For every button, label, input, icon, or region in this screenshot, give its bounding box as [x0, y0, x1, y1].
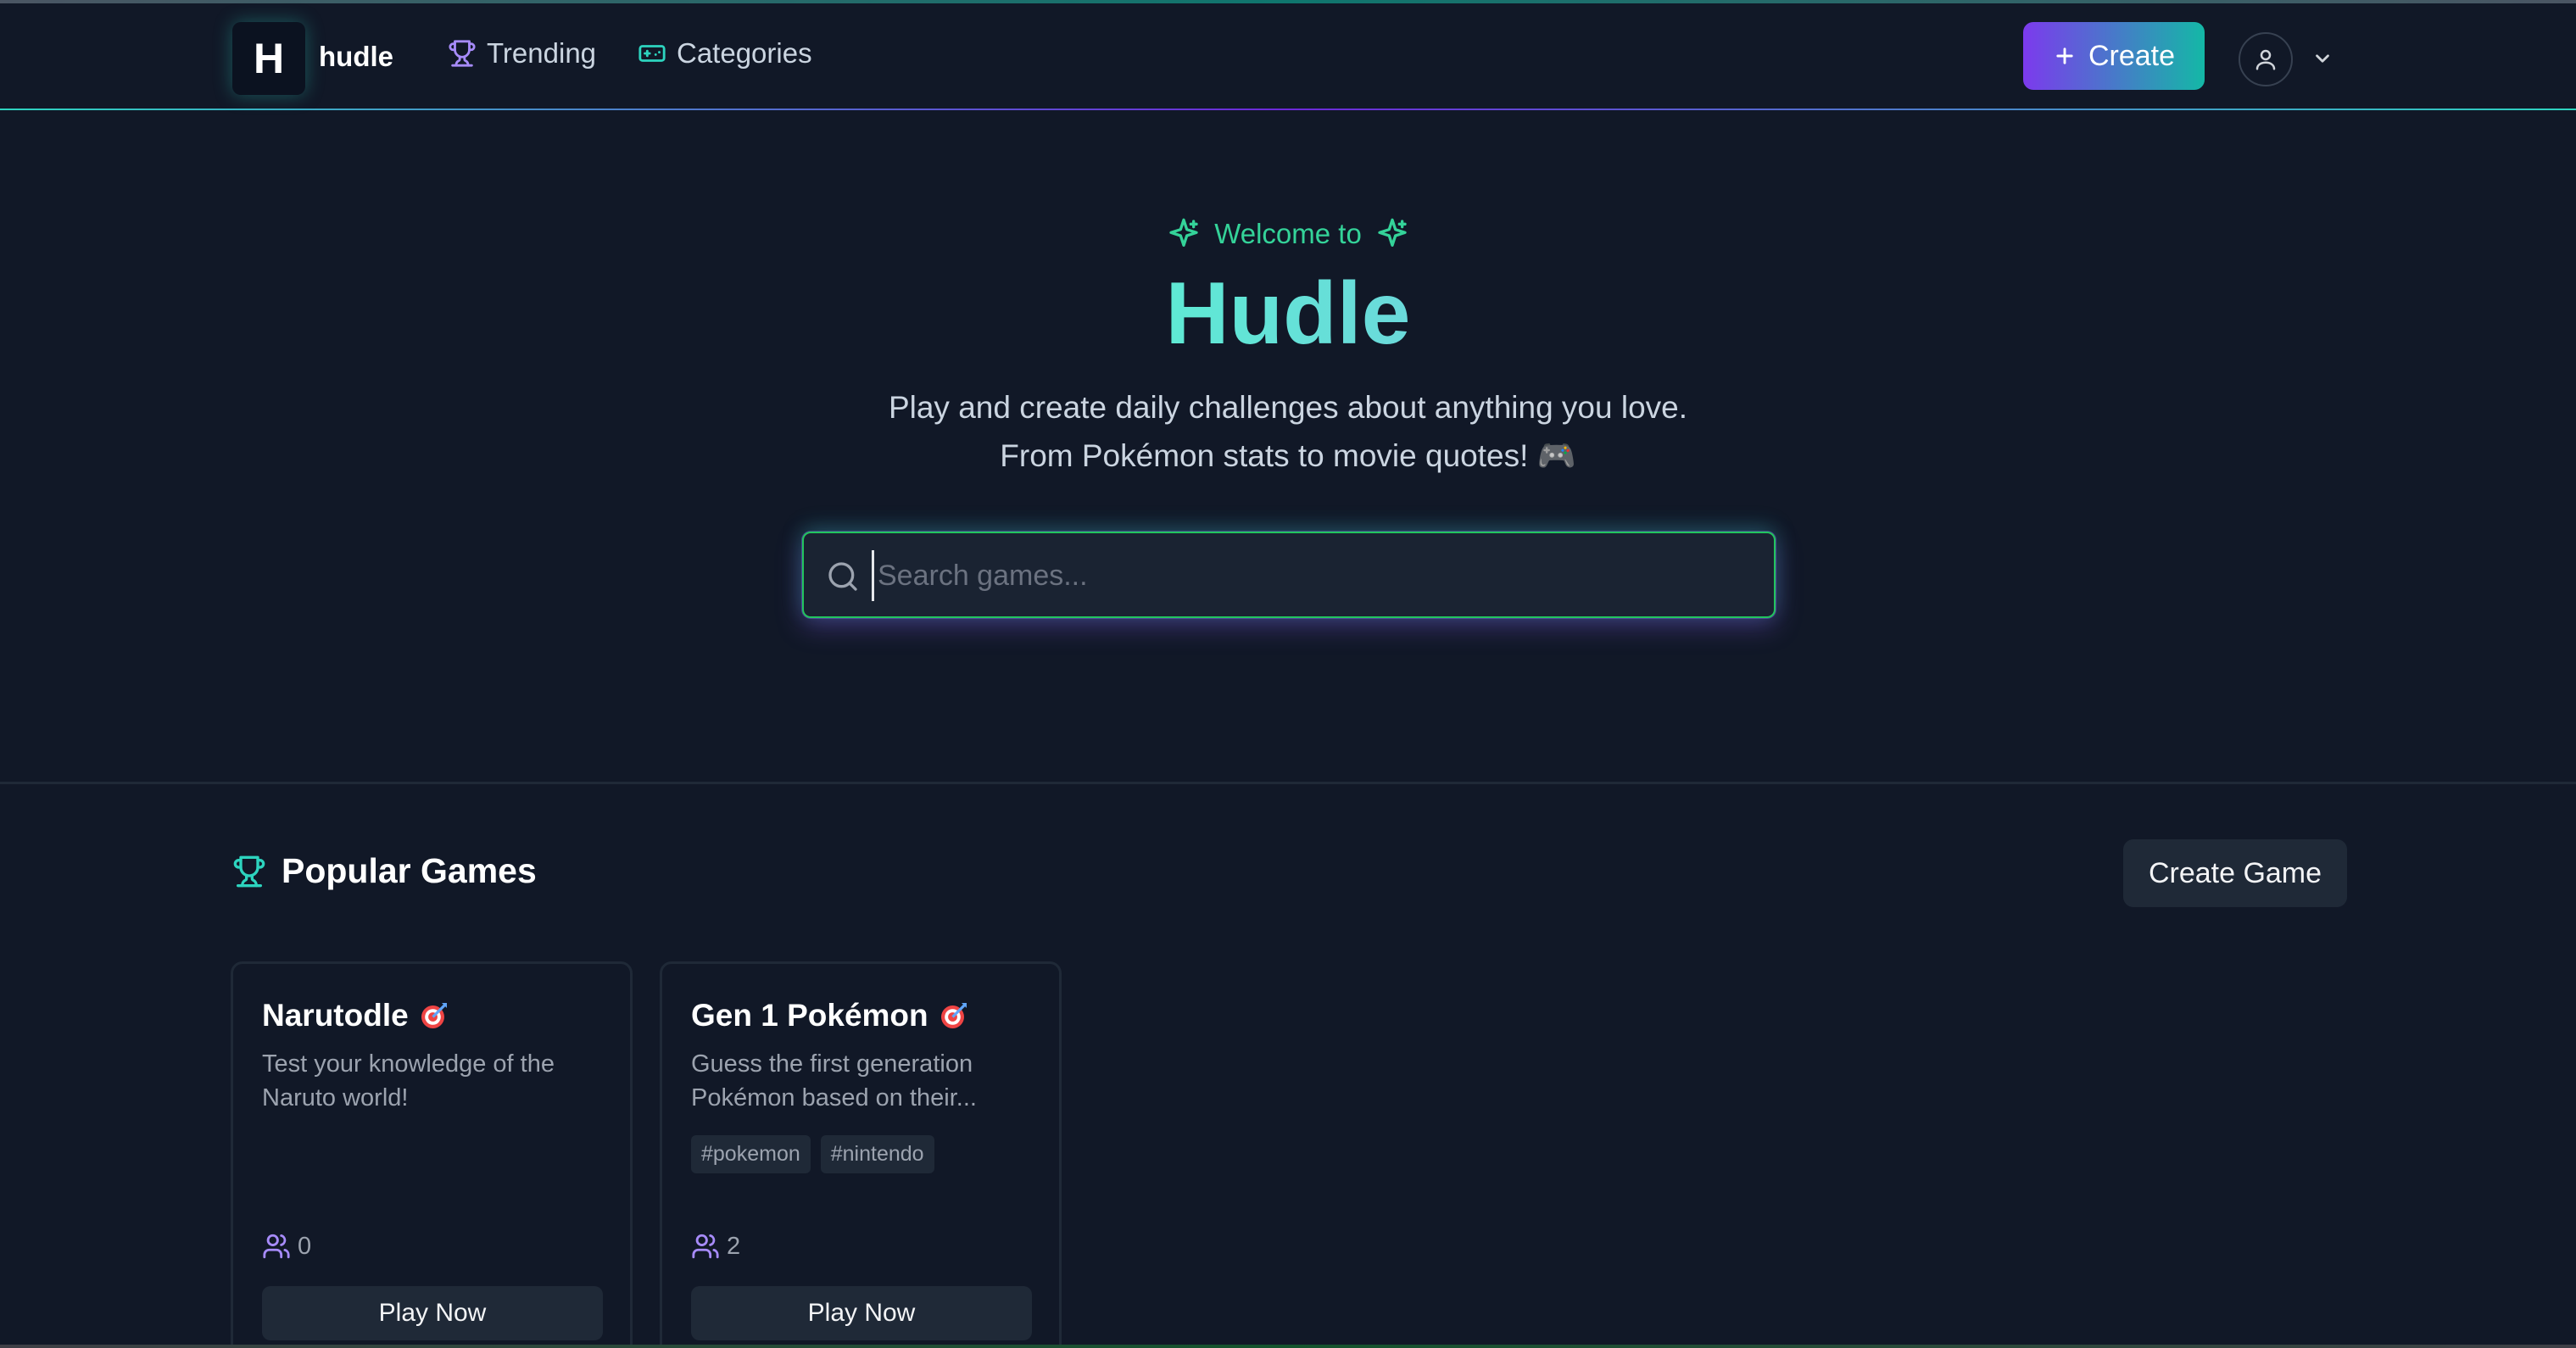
- play-now-button[interactable]: Play Now: [262, 1286, 603, 1340]
- hero-subtitle-line-2: From Pokémon stats to movie quotes! 🎮: [1000, 438, 1576, 473]
- user-icon: [2255, 49, 2276, 70]
- search-icon: [828, 562, 857, 591]
- user-avatar[interactable]: [2239, 32, 2293, 86]
- game-card-title: Gen 1 Pokémon: [691, 998, 969, 1033]
- logo[interactable]: H: [232, 22, 305, 95]
- sparkle-icon: [1378, 218, 1407, 247]
- tag[interactable]: #pokemon: [691, 1135, 811, 1173]
- hero-title: Hudle: [0, 263, 2576, 365]
- logo-text[interactable]: hudle: [319, 41, 393, 73]
- target-icon: [421, 1003, 447, 1028]
- game-card-description: Test your knowledge of the Naruto world!: [262, 1050, 555, 1111]
- plus-icon: [2056, 47, 2073, 64]
- game-card[interactable]: Narutodle Test your knowledge of the Nar…: [231, 961, 633, 1348]
- users-icon: [263, 1234, 290, 1259]
- nav-trending[interactable]: Trending: [448, 37, 596, 70]
- trophy-icon: [449, 40, 476, 67]
- player-count: 2: [691, 1232, 740, 1261]
- create-button-label: Create: [2088, 39, 2176, 72]
- game-title-text: Narutodle: [262, 998, 409, 1033]
- nav-categories[interactable]: Categories: [638, 37, 812, 70]
- logo-letter: H: [253, 35, 285, 82]
- player-count: 0: [262, 1232, 311, 1261]
- create-game-button[interactable]: Create Game: [2123, 839, 2347, 907]
- game-card-description: Guess the first generation Pokémon based…: [691, 1050, 977, 1111]
- create-button[interactable]: Create: [2023, 22, 2205, 90]
- section-divider: [0, 782, 2576, 784]
- top-navbar: H hudle Trending Categories Create: [0, 3, 2576, 110]
- game-card-title: Narutodle: [262, 998, 449, 1033]
- game-card[interactable]: Gen 1 Pokémon Guess the first generation…: [660, 961, 1062, 1348]
- hero-subtitle: Play and create daily challenges about a…: [0, 383, 2576, 480]
- nav-categories-label: Categories: [677, 37, 812, 69]
- target-icon: [940, 1003, 967, 1028]
- trophy-icon: [233, 855, 265, 887]
- users-icon: [692, 1234, 719, 1259]
- sparkle-icon: [1169, 218, 1198, 247]
- player-count-value: 2: [727, 1232, 741, 1260]
- hero-subtitle-line-1: Play and create daily challenges about a…: [888, 390, 1688, 425]
- welcome-text: Welcome to: [1214, 218, 1362, 249]
- play-now-button[interactable]: Play Now: [691, 1286, 1032, 1340]
- chevron-down-icon[interactable]: [2311, 47, 2333, 70]
- nav-trending-label: Trending: [487, 37, 597, 69]
- game-title-text: Gen 1 Pokémon: [691, 998, 928, 1033]
- search-input[interactable]: [872, 550, 1754, 601]
- gamepad-icon: [638, 45, 666, 62]
- tag[interactable]: #nintendo: [820, 1135, 934, 1173]
- popular-games-title: Popular Games: [282, 851, 537, 890]
- search-box[interactable]: [802, 532, 1776, 618]
- player-count-value: 0: [298, 1232, 312, 1260]
- popular-games-heading: Popular Games: [232, 851, 537, 891]
- bottom-accent-line: [0, 1345, 2576, 1348]
- tag-list: #pokemon #nintendo: [691, 1135, 934, 1173]
- welcome-line: Welcome to: [0, 217, 2576, 251]
